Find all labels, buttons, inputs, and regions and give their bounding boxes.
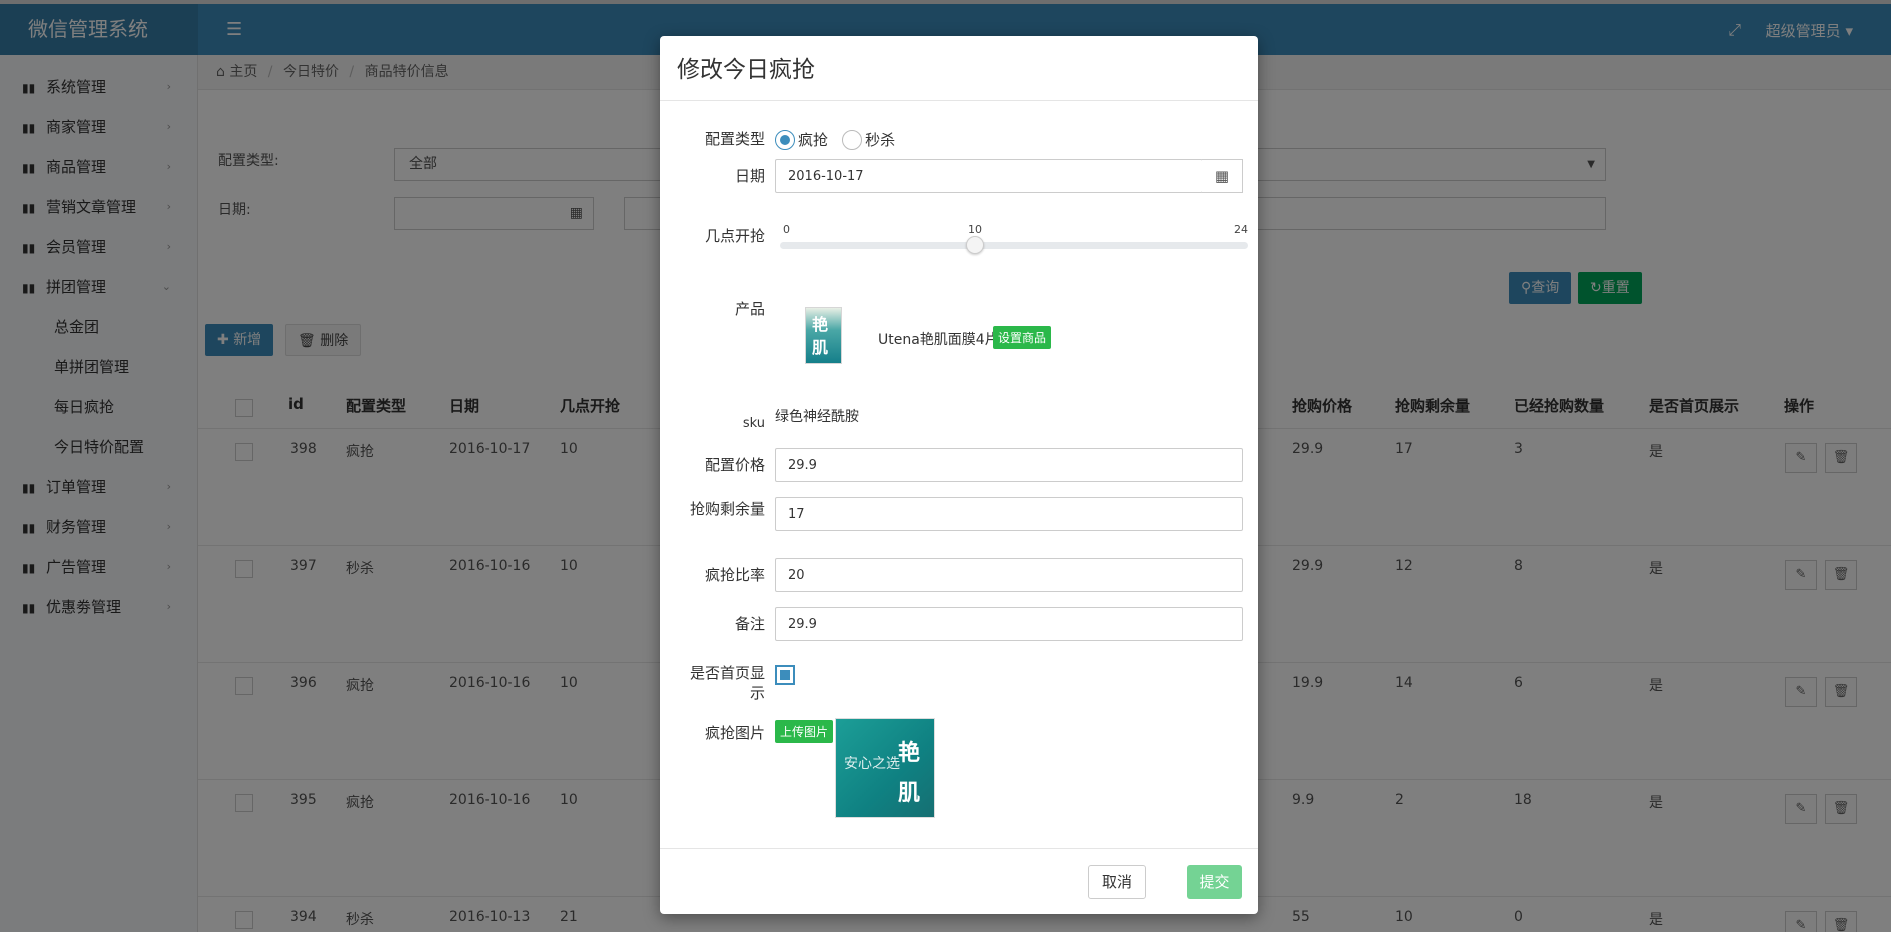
slider-max: 24 — [1234, 223, 1248, 236]
slider-min: 0 — [783, 223, 790, 236]
calendar-icon[interactable]: ▦ — [1202, 159, 1243, 193]
image-label: 疯抢图片 — [704, 724, 765, 742]
edit-flash-sale-modal: 修改今日疯抢 配置类型 疯抢 秒杀 日期 ▦ 几点开抢 0 10 24 产品 艳… — [660, 36, 1258, 914]
radio-seckill-label[interactable]: 秒杀 — [865, 131, 895, 149]
slider-value: 10 — [968, 223, 982, 236]
start-hour-label: 几点开抢 — [704, 227, 765, 245]
slider-handle[interactable] — [966, 236, 984, 254]
upload-image-button[interactable]: 上传图片 — [775, 720, 834, 743]
remain-row: 抢购剩余量 — [660, 497, 1258, 541]
date-row: 日期 ▦ — [660, 159, 1258, 193]
config-type-row: 配置类型 疯抢 秒杀 — [660, 122, 1258, 156]
remain-input[interactable] — [775, 497, 1243, 531]
home-show-row: 是否首页显示 — [660, 663, 1258, 707]
start-hour-row: 几点开抢 0 10 24 — [660, 218, 1258, 278]
product-row: 产品 艳肌 Utena艳肌面膜4片 设置商品 — [660, 291, 1258, 391]
price-row: 配置价格 — [660, 448, 1258, 482]
remark-input[interactable] — [775, 607, 1243, 641]
submit-button[interactable]: 提交 — [1187, 865, 1242, 899]
product-name: Utena艳肌面膜4片 — [878, 332, 999, 348]
slider-track[interactable] — [780, 242, 1248, 249]
home-show-label: 是否首页显示 — [689, 664, 765, 702]
config-type-label: 配置类型 — [704, 130, 765, 148]
remark-row: 备注 — [660, 607, 1258, 641]
price-label: 配置价格 — [704, 456, 765, 474]
cancel-button[interactable]: 取消 — [1088, 865, 1146, 899]
product-label: 产品 — [734, 300, 765, 318]
remain-label: 抢购剩余量 — [689, 500, 765, 518]
config-type-radios: 疯抢 秒杀 — [775, 129, 905, 150]
home-show-checkbox[interactable] — [775, 665, 795, 685]
set-product-button[interactable]: 设置商品 — [993, 326, 1052, 349]
date-label: 日期 — [734, 167, 765, 185]
ratio-label: 疯抢比率 — [704, 566, 765, 584]
price-input[interactable] — [775, 448, 1243, 482]
product-thumbnail: 艳肌 — [805, 307, 842, 364]
modal-title: 修改今日疯抢 — [660, 36, 1258, 101]
flash-sale-image: 安心之选 艳 肌 — [835, 718, 935, 818]
modal-footer: 取消 提交 — [660, 848, 1258, 914]
sku-value: 绿色神经酰胺 — [775, 409, 859, 425]
sku-row: sku 绿色神经酰胺 — [660, 404, 1258, 438]
radio-flash[interactable] — [775, 129, 795, 150]
image-row: 疯抢图片 安心之选 艳 肌 上传图片 — [660, 718, 1258, 828]
date-input[interactable] — [775, 159, 1203, 193]
radio-flash-label[interactable]: 疯抢 — [798, 131, 828, 149]
radio-seckill[interactable] — [842, 129, 863, 150]
ratio-input[interactable] — [775, 558, 1243, 592]
remark-label: 备注 — [734, 615, 765, 633]
ratio-row: 疯抢比率 — [660, 558, 1258, 592]
sku-label: sku — [742, 416, 765, 431]
